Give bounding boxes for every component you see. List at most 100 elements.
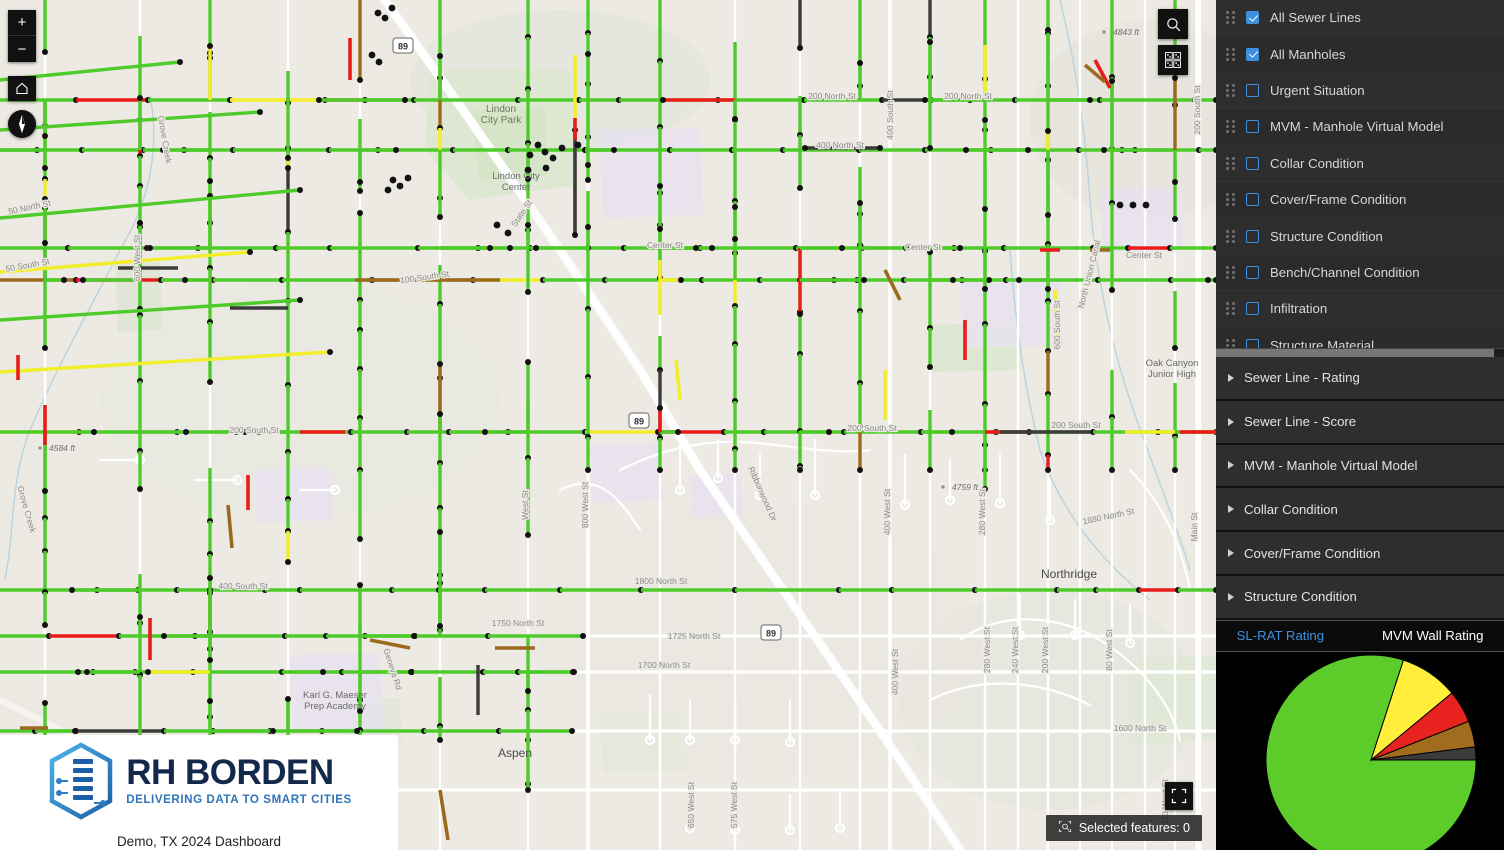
map-label: 89 — [634, 417, 644, 427]
accordion-label: Structure Condition — [1244, 589, 1357, 605]
map-label: 200 South St — [1051, 420, 1101, 430]
map-label: Lindon — [486, 104, 516, 115]
drag-handle-icon[interactable] — [1226, 229, 1235, 243]
accordion-list[interactable]: Sewer Line - Rating Sewer Line - Score MVM… — [1216, 357, 1504, 620]
map-label: Lindon City — [492, 171, 540, 182]
map-label: 89 — [766, 629, 776, 639]
map-label: 650 West St — [686, 781, 696, 828]
map-label: 4584 ft — [49, 443, 76, 453]
layer-checkbox[interactable] — [1246, 120, 1259, 134]
drag-handle-icon[interactable] — [1226, 265, 1235, 279]
map-label: Aspen — [498, 746, 532, 760]
layer-row[interactable]: MVM - Manhole Virtual Model — [1216, 109, 1504, 146]
layer-checkbox[interactable] — [1246, 229, 1259, 243]
layer-label: Bench/Channel Condition — [1270, 264, 1420, 280]
caret-right-icon — [1228, 417, 1234, 426]
pie-chart — [1246, 635, 1496, 850]
zoom-control[interactable]: + − — [8, 10, 36, 62]
accordion-header[interactable]: MVM - Manhole Virtual Model — [1216, 444, 1504, 489]
layer-row[interactable]: Structure Condition — [1216, 218, 1504, 255]
layer-checkbox[interactable] — [1246, 302, 1259, 316]
drag-handle-icon[interactable] — [1226, 120, 1235, 134]
layer-row[interactable]: Infiltration — [1216, 291, 1504, 328]
accordion-header[interactable]: Collar Condition — [1216, 488, 1504, 533]
map-label: 1800 North St — [635, 576, 688, 586]
selected-features-label: Selected features: 0 — [1078, 821, 1190, 835]
layer-label: Infiltration — [1270, 301, 1328, 317]
layer-checkbox[interactable] — [1246, 265, 1259, 279]
map-label: 200 West St — [1040, 626, 1050, 673]
map-label: 575 West St — [729, 781, 739, 828]
accordion-header[interactable]: Sewer Line - Score — [1216, 400, 1504, 445]
accordion-header[interactable]: Sewer Line - Rating — [1216, 357, 1504, 401]
map-label: 89 — [398, 42, 408, 52]
caret-right-icon — [1228, 373, 1234, 382]
map-label: 600 West St — [132, 234, 142, 281]
layer-list[interactable]: All Sewer Lines All Manholes Urgent Situat… — [1216, 0, 1504, 348]
map-label: 240 West St — [1010, 626, 1020, 673]
dashboard-title: Demo, TX 2024 Dashboard — [116, 833, 282, 849]
map-view[interactable]: 200 North St 200 North St 200 North St 200 … — [0, 0, 1216, 850]
layer-row[interactable]: All Manholes — [1216, 36, 1504, 73]
basemap-gallery-icon[interactable] — [1158, 45, 1188, 75]
zoom-in-button[interactable]: + — [8, 10, 36, 36]
drag-handle-icon[interactable] — [1226, 11, 1235, 25]
layer-row[interactable]: Bench/Channel Condition — [1216, 254, 1504, 292]
layer-checkbox[interactable] — [1246, 156, 1259, 170]
accordion-label: MVM - Manhole Virtual Model — [1244, 457, 1418, 473]
map-label: Center — [502, 182, 531, 193]
brand-name: RH BORDEN — [126, 753, 334, 792]
layer-row[interactable]: All Sewer Lines — [1216, 0, 1504, 37]
map-label: Main St — [1189, 512, 1199, 541]
chart-area — [1216, 651, 1504, 850]
fullscreen-icon[interactable] — [1165, 782, 1193, 810]
drag-handle-icon[interactable] — [1226, 302, 1235, 316]
layer-checkbox[interactable] — [1246, 11, 1259, 25]
right-panel: All Sewer Lines All Manholes Urgent Situat… — [1216, 0, 1504, 850]
horizontal-scrollbar[interactable] — [1216, 348, 1504, 358]
layer-checkbox[interactable] — [1246, 338, 1259, 348]
home-icon[interactable] — [8, 76, 36, 101]
accordion-header[interactable]: Structure Condition — [1216, 575, 1504, 620]
map-canvas: 200 North St200 North St 200 North St200 … — [0, 0, 1216, 850]
map-label: Oak Canyon — [1146, 358, 1199, 369]
drag-handle-icon[interactable] — [1226, 338, 1235, 348]
accordion-label: Collar Condition — [1244, 501, 1338, 517]
layer-checkbox[interactable] — [1246, 193, 1259, 207]
map-label: 200 North St — [808, 91, 856, 101]
layer-row[interactable]: Collar Condition — [1216, 145, 1504, 182]
map-label: 1600 North St — [1114, 723, 1167, 733]
layer-row[interactable]: Urgent Situation — [1216, 72, 1504, 110]
map-label: 400 South St — [885, 90, 895, 140]
layer-label: MVM - Manhole Virtual Model — [1270, 119, 1444, 135]
dashboard-root: 200 North St 200 North St 200 North St 200 … — [0, 0, 1504, 850]
zoom-out-button[interactable]: − — [8, 36, 36, 62]
drag-handle-icon[interactable] — [1226, 156, 1235, 170]
accordion-header[interactable]: Cover/Frame Condition — [1216, 532, 1504, 576]
layer-row[interactable]: Cover/Frame Condition — [1216, 181, 1504, 219]
drag-handle-icon[interactable] — [1226, 193, 1235, 207]
layer-label: All Manholes — [1270, 46, 1346, 62]
drag-handle-icon[interactable] — [1226, 83, 1235, 97]
layer-label: Urgent Situation — [1270, 82, 1365, 98]
layer-checkbox[interactable] — [1246, 83, 1259, 97]
map-label: Prep Academy — [304, 701, 366, 712]
compass-icon[interactable] — [8, 110, 36, 138]
map-label: Northridge — [1041, 567, 1097, 581]
caret-right-icon — [1228, 592, 1234, 601]
layer-label: Collar Condition — [1270, 155, 1364, 171]
map-label: 600 South St — [1052, 300, 1062, 350]
map-label: 1700 North St — [638, 660, 691, 670]
search-icon[interactable] — [1158, 9, 1188, 39]
map-label: 280 West St — [982, 626, 992, 673]
drag-handle-icon[interactable] — [1226, 47, 1235, 61]
map-label: 400 West St — [882, 488, 892, 535]
map-label: 200 South St — [847, 423, 897, 433]
map-label: 800 West St — [580, 481, 590, 528]
layer-row[interactable]: Structure Material — [1216, 327, 1504, 348]
map-label: 400 South St — [218, 581, 268, 591]
accordion-label: Sewer Line - Score — [1244, 414, 1357, 430]
layer-checkbox[interactable] — [1246, 47, 1259, 61]
brand-tagline: DELIVERING DATA TO SMART CITIES — [126, 793, 352, 806]
map-label: 200 South St — [229, 425, 279, 435]
